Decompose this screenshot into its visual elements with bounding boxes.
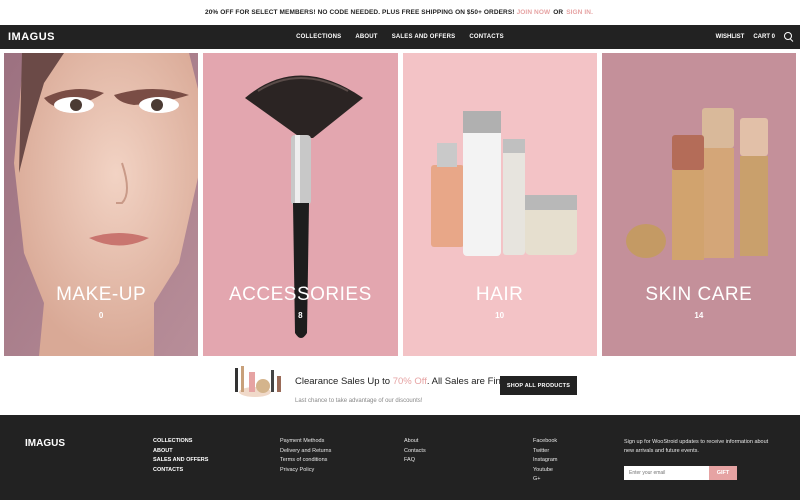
footer-logo[interactable]: IMAGUS [25,438,65,449]
cart-link[interactable]: CART 0 [753,34,775,40]
clearance-banner: Clearance Sales Up to 70% Off. All Sales… [0,356,800,415]
clearance-title-before: Clearance Sales Up to [295,376,393,387]
newsletter-gift-button[interactable]: GIFT [709,466,737,480]
nav-item-contacts[interactable]: CONTACTS [469,34,504,40]
footer-link-delivery-returns[interactable]: Delivery and Returns [280,448,331,454]
footer-nav-column: COLLECTIONS ABOUT SALES AND OFFERS CONTA… [153,438,208,473]
category-tiles: MAKE-UP 0 ACCESSORIES 8 HAIR 10 SKIN CAR… [4,53,796,356]
footer-link-facebook[interactable]: Facebook [533,438,557,444]
footer-link-about-page[interactable]: About [404,438,426,444]
category-name: SKIN CARE [645,284,753,305]
shop-all-products-button[interactable]: SHOP ALL PRODUCTS [500,376,577,395]
footer-help-column: About Contacts FAQ [404,438,426,463]
category-tile-skin-care[interactable]: SKIN CARE 14 [601,53,796,356]
wishlist-link[interactable]: WISHLIST [716,34,745,40]
footer-link-sales-and-offers[interactable]: SALES AND OFFERS [153,457,208,463]
nav-item-collections[interactable]: COLLECTIONS [296,34,341,40]
nav-item-about[interactable]: ABOUT [355,34,377,40]
footer-link-twitter[interactable]: Twitter [533,448,557,454]
site-header: IMAGUS COLLECTIONS ABOUT SALES AND OFFER… [0,25,800,49]
category-name: MAKE-UP [56,284,147,305]
category-count: 14 [694,311,704,320]
clearance-title-after: . All Sales are Final! [426,376,511,387]
footer-link-contacts[interactable]: CONTACTS [153,467,208,473]
join-now-link[interactable]: JOIN NOW [517,9,551,16]
sign-in-link[interactable]: SIGN IN. [566,9,593,16]
newsletter-text: Sign up for WooStroid updates to receive… [624,439,769,454]
promo-or-text: OR [553,9,564,16]
footer-link-privacy-policy[interactable]: Privacy Policy [280,467,331,473]
category-name: ACCESSORIES [228,284,372,305]
clearance-percent: 70% Off [392,376,427,387]
footer-link-youtube[interactable]: Youtube [533,467,557,473]
footer-info-column: Payment Methods Delivery and Returns Ter… [280,438,331,473]
category-count: 10 [495,311,505,320]
footer-link-google-plus[interactable]: G+ [533,476,557,482]
cosmetics-collage-image [235,366,281,397]
site-footer: IMAGUS COLLECTIONS ABOUT SALES AND OFFER… [0,415,800,500]
footer-link-faq[interactable]: FAQ [404,457,426,463]
category-count: 0 [98,311,104,320]
footer-link-contacts-page[interactable]: Contacts [404,448,426,454]
category-name: HAIR [475,284,524,305]
footer-link-payment-methods[interactable]: Payment Methods [280,438,331,444]
nav-item-sales-and-offers[interactable]: SALES AND OFFERS [392,34,456,40]
search-icon[interactable] [784,32,794,42]
category-tile-hair[interactable]: HAIR 10 [402,53,597,356]
clearance-title: Clearance Sales Up to 70% Off. All Sales… [295,376,511,387]
category-tile-makeup[interactable]: MAKE-UP 0 [4,53,199,356]
category-tile-accessories[interactable]: ACCESSORIES 8 [203,53,398,356]
promo-bar: 20% OFF FOR SELECT MEMBERS! NO CODE NEED… [0,0,800,25]
footer-link-instagram[interactable]: Instagram [533,457,557,463]
category-count: 8 [298,311,303,320]
header-actions: WISHLIST CART 0 [716,25,794,49]
footer-link-collections[interactable]: COLLECTIONS [153,438,208,444]
newsletter-email-input[interactable] [624,466,709,480]
clearance-subtitle: Last chance to take advantage of our dis… [295,398,423,404]
main-nav: COLLECTIONS ABOUT SALES AND OFFERS CONTA… [0,25,800,49]
footer-social-column: Facebook Twitter Instagram Youtube G+ [533,438,557,482]
footer-link-about[interactable]: ABOUT [153,448,208,454]
footer-link-terms[interactable]: Terms of conditions [280,457,331,463]
promo-text: 20% OFF FOR SELECT MEMBERS! NO CODE NEED… [205,9,515,16]
